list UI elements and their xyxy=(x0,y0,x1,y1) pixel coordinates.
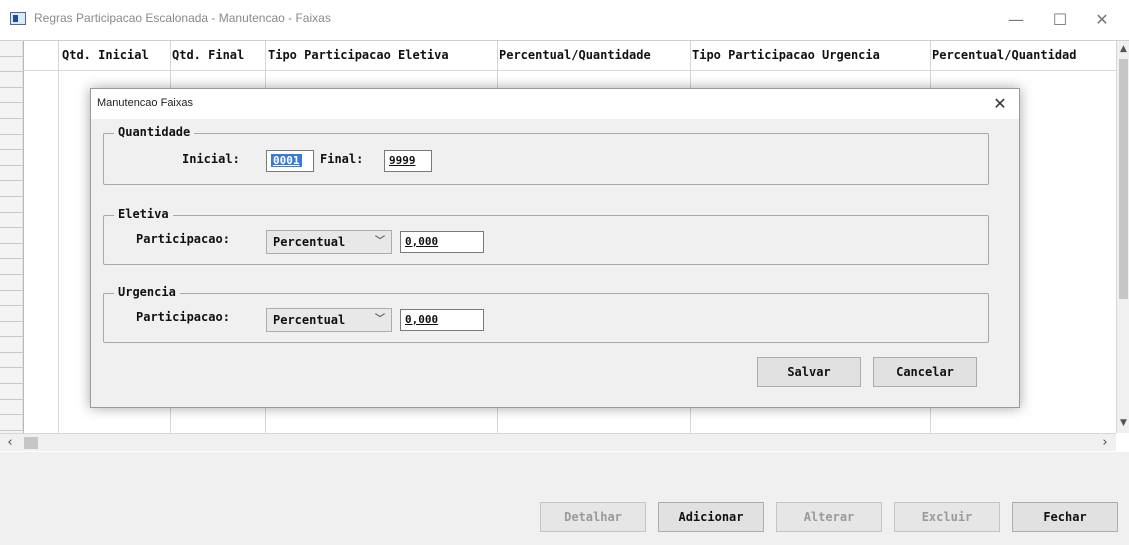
dialog-close-icon[interactable]: ✕ xyxy=(989,93,1011,115)
row-header-cell[interactable] xyxy=(0,384,23,400)
row-header-cell[interactable] xyxy=(0,134,23,151)
row-header-cell[interactable] xyxy=(0,243,23,260)
fechar-button[interactable]: Fechar xyxy=(1012,502,1118,532)
column-header-percentual-urgencia[interactable]: Percentual/Quantidad xyxy=(932,48,1077,62)
app-icon xyxy=(10,12,26,25)
final-value: 9999 xyxy=(389,154,416,167)
eletiva-tipo-select[interactable]: Percentual ﹀ xyxy=(266,230,392,254)
row-header-cell[interactable] xyxy=(0,150,23,166)
row-header-cell[interactable] xyxy=(0,165,23,182)
chevron-down-icon: ﹀ xyxy=(375,236,385,247)
row-header-cell[interactable] xyxy=(0,368,23,385)
minimize-button[interactable]: — xyxy=(996,6,1036,34)
row-header-cell[interactable] xyxy=(0,212,23,229)
dialog-title-bar: Manutencao Faixas ✕ xyxy=(91,89,1019,119)
column-header-tipo-urgencia[interactable]: Tipo Participacao Urgencia xyxy=(692,48,880,62)
row-header-cell[interactable] xyxy=(0,103,23,119)
row-header-column xyxy=(0,41,24,433)
row-header-cell[interactable] xyxy=(0,56,23,73)
row-header-cell[interactable] xyxy=(0,72,23,88)
eletiva-participacao-label: Participacao: xyxy=(136,232,230,246)
row-header-cell[interactable] xyxy=(0,399,23,416)
urgencia-valor: 0,000 xyxy=(405,313,439,326)
urgencia-tipo-value: Percentual xyxy=(273,313,346,327)
row-header-cell[interactable] xyxy=(0,274,23,291)
row-header-cell[interactable] xyxy=(0,196,23,213)
scroll-left-icon[interactable]: ‹ xyxy=(2,434,18,452)
window-title: Regras Participacao Escalonada - Manuten… xyxy=(34,11,331,25)
row-header-cell[interactable] xyxy=(0,290,23,307)
grid-row-line xyxy=(24,70,1116,71)
urgencia-legend: Urgencia xyxy=(114,285,180,299)
row-header-cell[interactable] xyxy=(0,228,23,244)
column-separator xyxy=(58,41,59,433)
row-header-cell[interactable] xyxy=(0,181,23,197)
horizontal-scrollbar[interactable]: ‹ › xyxy=(0,433,1116,451)
chevron-down-icon: ﹀ xyxy=(375,314,385,325)
maximize-button[interactable]: ☐ xyxy=(1040,6,1080,34)
excluir-button[interactable]: Excluir xyxy=(894,502,1000,532)
quantidade-group: Quantidade Inicial: 0001 Final: 9999 xyxy=(103,125,989,185)
row-header-cell[interactable] xyxy=(0,321,23,338)
eletiva-group: Eletiva Participacao: Percentual ﹀ 0,000 xyxy=(103,207,989,265)
row-header-cell[interactable] xyxy=(0,352,23,369)
salvar-button[interactable]: Salvar xyxy=(757,357,861,387)
cancelar-button[interactable]: Cancelar xyxy=(873,357,977,387)
column-header-tipo-eletiva[interactable]: Tipo Participacao Eletiva xyxy=(268,48,449,62)
title-bar: Regras Participacao Escalonada - Manuten… xyxy=(0,0,1129,40)
scroll-right-icon[interactable]: › xyxy=(1097,434,1113,452)
column-header-qtd-inicial[interactable]: Qtd. Inicial xyxy=(62,48,149,62)
alterar-button[interactable]: Alterar xyxy=(776,502,882,532)
row-header-cell[interactable] xyxy=(0,337,23,353)
inicial-label: Inicial: xyxy=(182,152,240,166)
column-header-percentual-eletiva[interactable]: Percentual/Quantidade xyxy=(499,48,651,62)
eletiva-legend: Eletiva xyxy=(114,207,173,221)
row-header-cell[interactable] xyxy=(0,118,23,135)
vertical-scrollbar[interactable]: ▲ ▼ xyxy=(1116,41,1129,433)
eletiva-valor-input[interactable]: 0,000 xyxy=(400,231,484,253)
dialog-title: Manutencao Faixas xyxy=(97,97,193,109)
adicionar-button[interactable]: Adicionar xyxy=(658,502,764,532)
inicial-value: 0001 xyxy=(271,154,302,167)
horizontal-scroll-thumb[interactable] xyxy=(24,437,38,449)
final-label: Final: xyxy=(320,152,364,166)
urgencia-group: Urgencia Participacao: Percentual ﹀ 0,00… xyxy=(103,285,989,343)
quantidade-legend: Quantidade xyxy=(114,125,195,139)
eletiva-valor: 0,000 xyxy=(405,235,439,248)
detalhar-button[interactable]: Detalhar xyxy=(540,502,646,532)
scroll-up-icon[interactable]: ▲ xyxy=(1117,41,1129,57)
inicial-input[interactable]: 0001 xyxy=(266,150,314,172)
row-header-cell[interactable] xyxy=(0,41,23,57)
vertical-scroll-thumb[interactable] xyxy=(1119,59,1128,299)
urgencia-valor-input[interactable]: 0,000 xyxy=(400,309,484,331)
close-window-button[interactable]: ✕ xyxy=(1082,6,1122,34)
final-input[interactable]: 9999 xyxy=(384,150,432,172)
column-header-qtd-final[interactable]: Qtd. Final xyxy=(172,48,244,62)
row-header-cell[interactable] xyxy=(0,259,23,275)
eletiva-tipo-value: Percentual xyxy=(273,235,346,249)
urgencia-participacao-label: Participacao: xyxy=(136,310,230,324)
row-header-cell[interactable] xyxy=(0,415,23,431)
row-header-cell[interactable] xyxy=(0,306,23,322)
scroll-down-icon[interactable]: ▼ xyxy=(1117,415,1129,431)
row-header-cell[interactable] xyxy=(0,87,23,104)
urgencia-tipo-select[interactable]: Percentual ﹀ xyxy=(266,308,392,332)
manutencao-faixas-dialog: Manutencao Faixas ✕ Quantidade Inicial: … xyxy=(90,88,1020,408)
